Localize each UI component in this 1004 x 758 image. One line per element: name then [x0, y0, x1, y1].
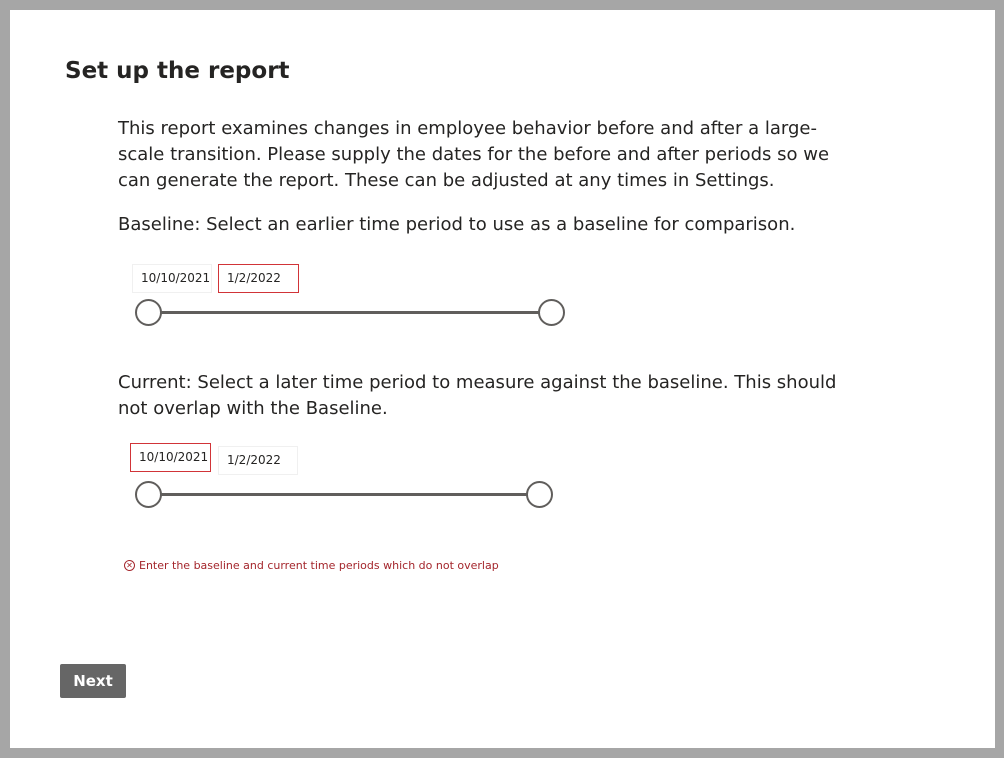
current-end-thumb[interactable] — [526, 481, 553, 508]
page-title: Set up the report — [65, 58, 290, 84]
intro-text: This report examines changes in employee… — [118, 118, 830, 191]
current-start-date[interactable]: 10/10/2021 — [130, 443, 211, 472]
setup-panel: Set up the report This report examines c… — [10, 10, 995, 748]
baseline-start-date[interactable]: 10/10/2021 — [132, 264, 212, 293]
baseline-description: Baseline: Select an earlier time period … — [118, 214, 796, 235]
baseline-end-date[interactable]: 1/2/2022 — [218, 264, 299, 293]
next-button[interactable]: Next — [60, 664, 126, 698]
baseline-start-thumb[interactable] — [135, 299, 162, 326]
error-circle-icon: ✕ — [124, 560, 135, 571]
error-message: Enter the baseline and current time peri… — [139, 559, 499, 572]
current-slider-track[interactable] — [148, 493, 540, 496]
validation-error: ✕ Enter the baseline and current time pe… — [124, 559, 499, 572]
current-description: Current: Select a later time period to m… — [118, 372, 837, 419]
current-end-date[interactable]: 1/2/2022 — [218, 446, 298, 475]
baseline-slider-track[interactable] — [148, 311, 552, 314]
baseline-end-thumb[interactable] — [538, 299, 565, 326]
current-start-thumb[interactable] — [135, 481, 162, 508]
